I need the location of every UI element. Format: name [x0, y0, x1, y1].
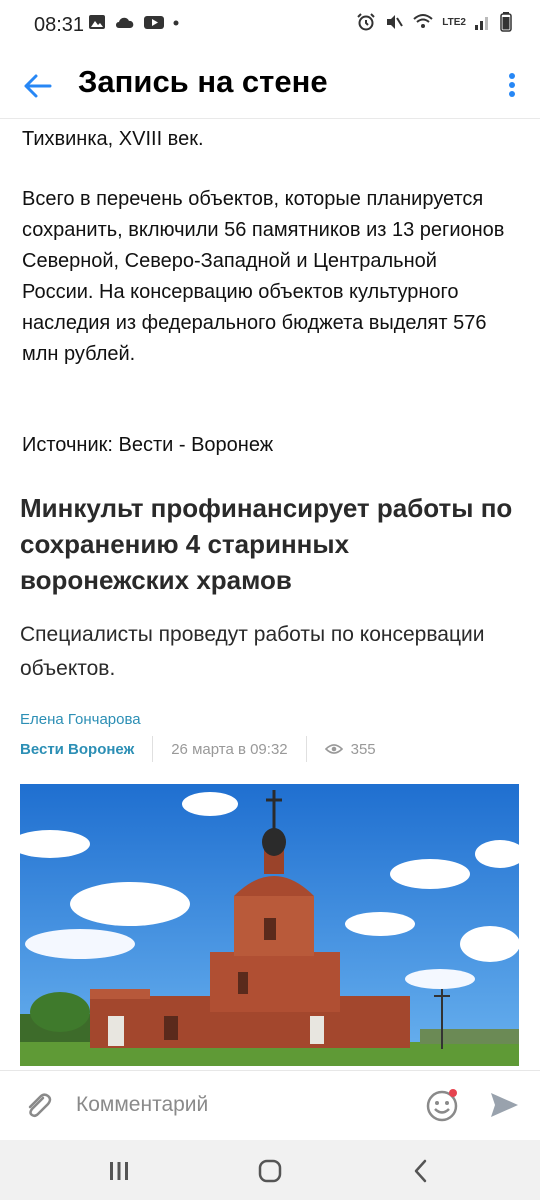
system-nav-bar — [0, 1140, 540, 1200]
article-source[interactable]: Вести Воронеж — [20, 741, 134, 758]
mute-icon — [387, 15, 404, 29]
wifi-icon — [413, 14, 433, 28]
attach-button[interactable] — [22, 1089, 54, 1121]
article-meta: Вести Воронеж 26 марта в 09:32 355 — [20, 736, 376, 762]
cloud-icon — [116, 17, 134, 28]
status-right-icons: LTE2 — [356, 12, 512, 32]
article-photo[interactable] — [10, 784, 525, 1066]
post-paragraph-source: Источник: Вести - Воронеж — [22, 434, 274, 456]
back-nav-button[interactable] — [408, 1158, 434, 1184]
youtube-icon — [144, 16, 164, 29]
post-paragraph: Всего в перечень объектов, которые плани… — [22, 188, 505, 365]
top-app-bar: Запись на стене — [0, 52, 540, 119]
network-label: LTE2 — [442, 16, 466, 28]
article-title[interactable]: Минкульт профинансирует работы по сохран… — [20, 490, 520, 598]
meta-divider — [152, 736, 154, 762]
post-paragraph: Тихвинка, XVIII век. — [22, 128, 204, 150]
send-icon — [491, 1093, 518, 1117]
smile-icon — [426, 1089, 458, 1122]
views-count: 355 — [350, 740, 376, 758]
more-options-button[interactable] — [502, 66, 522, 106]
post-content: Тихвинка, XVIII век. Всего в перечень об… — [0, 118, 540, 1070]
notification-dot-icon — [173, 20, 179, 26]
send-button[interactable] — [488, 1089, 520, 1121]
paperclip-icon — [28, 1093, 52, 1118]
page-title: Запись на стене — [78, 64, 328, 99]
comment-bar: Комментарий — [0, 1070, 540, 1141]
emoji-button[interactable] — [424, 1087, 460, 1123]
church-photo-image — [10, 784, 525, 1066]
signal-icon — [475, 17, 488, 30]
status-time: 08:31 — [34, 14, 85, 36]
home-button[interactable] — [257, 1158, 283, 1184]
back-arrow-icon — [24, 74, 52, 98]
status-left-icons — [88, 14, 180, 30]
alarm-icon — [357, 13, 375, 31]
article-lead: Специалисты проведут работы по консервац… — [20, 623, 485, 680]
battery-icon — [500, 12, 512, 32]
more-vertical-icon — [509, 73, 515, 97]
recents-icon — [110, 1162, 128, 1180]
back-button[interactable] — [18, 66, 58, 106]
article-date: 26 марта в 09:32 — [171, 740, 288, 758]
chevron-left-icon — [414, 1159, 427, 1183]
article-author[interactable]: Елена Гончарова — [20, 711, 141, 728]
gallery-icon — [89, 15, 105, 29]
eye-icon — [324, 744, 343, 754]
article-views: 355 — [324, 740, 376, 758]
comment-input[interactable]: Комментарий — [76, 1093, 208, 1117]
home-icon — [258, 1159, 282, 1183]
recents-button[interactable] — [106, 1158, 132, 1184]
status-bar: 08:31 LTE2 — [0, 0, 540, 52]
meta-divider — [305, 736, 307, 762]
